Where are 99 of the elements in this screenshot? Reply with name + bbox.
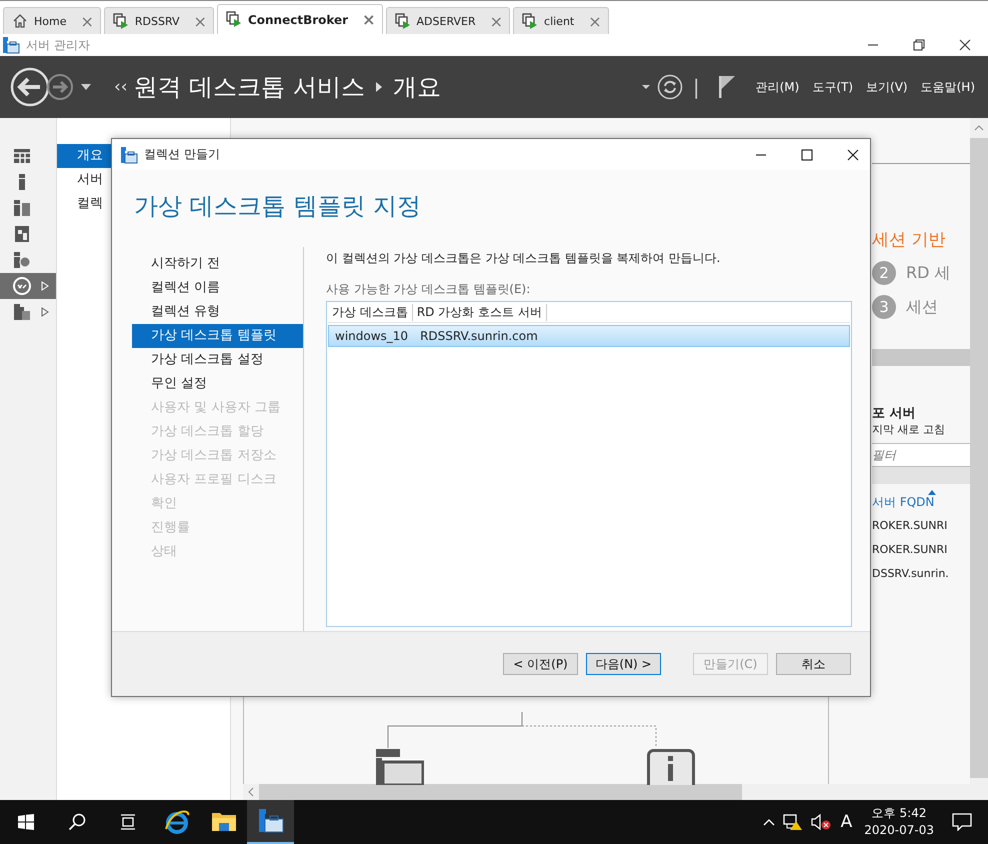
tab-label: Home <box>34 14 66 28</box>
step-number: 3 <box>872 295 896 319</box>
list-cell-text: RDSSRV.sunrin.com <box>419 329 539 343</box>
browser-icon <box>164 809 190 835</box>
scroll-thumb[interactable] <box>259 784 742 800</box>
menu-item[interactable]: 보기(V) <box>866 78 908 96</box>
chevron-icon <box>374 81 383 93</box>
close-button[interactable]: × <box>80 12 94 30</box>
list-cell-text: windows_10 <box>334 329 410 343</box>
dropdown-icon[interactable] <box>80 83 92 91</box>
grid-icon <box>13 147 31 165</box>
chevron-up-icon[interactable] <box>762 818 775 826</box>
wizard-step[interactable]: 가상 데스크톱 설정 <box>132 348 303 372</box>
wizard-step: 확인 <box>132 492 303 516</box>
close-button[interactable]: × <box>588 12 602 30</box>
step-label: 세션 <box>906 296 938 318</box>
volume-muted-icon[interactable] <box>810 813 831 831</box>
step-label: RD 세 <box>906 262 951 284</box>
maximize-icon[interactable] <box>800 148 814 162</box>
wizard-step[interactable]: 컬렉션 이름 <box>132 276 303 300</box>
dialog-title: 컬렉션 만들기 <box>144 146 220 163</box>
column-header[interactable]: 서버 FQDN <box>872 494 934 511</box>
wizard-step[interactable]: 무인 설정 <box>132 372 303 396</box>
notification-icon[interactable] <box>952 813 972 831</box>
dialog-button[interactable]: < 이전(P) <box>503 653 578 675</box>
clock-time[interactable]: 오후 5:42 <box>872 805 926 822</box>
table-cell-text: ROKER.SUNRI <box>872 543 948 558</box>
description: 이 컬렉션의 가상 데스크톱은 가상 데스크톱 템플릿을 복제하여 만듭니다. <box>326 250 722 267</box>
menu-item[interactable]: 도움말(H) <box>920 78 975 96</box>
search-icon[interactable] <box>68 813 86 831</box>
taskbar-app[interactable] <box>247 800 294 844</box>
close-button[interactable]: × <box>362 10 376 29</box>
browser-tab[interactable]: client × <box>513 7 609 34</box>
forward-icon[interactable] <box>46 73 74 101</box>
wizard-step: 가상 데스크톱 할당 <box>132 420 303 444</box>
wizard-step: 가상 데스크톱 저장소 <box>132 444 303 468</box>
wizard-step: 진행률 <box>132 516 303 540</box>
home-icon <box>12 12 28 30</box>
task-view-icon[interactable] <box>119 813 137 831</box>
wizard-step: 상태 <box>132 540 303 564</box>
tab-label: RDSSRV <box>134 14 180 28</box>
restore-icon[interactable] <box>912 38 926 52</box>
close-icon[interactable] <box>958 38 972 52</box>
scrollbar[interactable] <box>243 784 970 800</box>
browser-tab[interactable]: ADSERVER × <box>386 7 510 34</box>
sort-icon[interactable] <box>928 490 936 495</box>
wizard-step[interactable]: 시작하기 전 <box>132 252 303 276</box>
close-icon[interactable] <box>846 148 860 162</box>
dialog-button[interactable]: 취소 <box>776 653 851 675</box>
menu-item[interactable]: 관리(M) <box>756 78 800 96</box>
scroll-up-icon[interactable] <box>974 124 984 132</box>
input-indicator[interactable]: A <box>840 812 852 832</box>
browser-tab[interactable]: ConnectBroker × <box>216 4 383 34</box>
dialog-button[interactable]: 다음(N) > <box>586 653 661 675</box>
menu-item[interactable]: 도구(T) <box>812 78 854 96</box>
flag-icon[interactable] <box>718 75 736 99</box>
breadcrumb-icon: ‹‹ <box>114 77 128 97</box>
section-subtitle: 지막 새로 고침 <box>872 422 945 437</box>
column-header[interactable]: 가상 데스크톱 <box>328 304 413 321</box>
breadcrumb-item[interactable]: 원격 데스크톱 서비스 <box>134 71 365 103</box>
clock-date[interactable]: 2020-07-03 <box>864 822 934 839</box>
column-header[interactable]: RD 가상화 호스트 서버 <box>412 304 547 321</box>
browser-tab[interactable]: RDSSRV × <box>104 7 214 34</box>
app-icon <box>120 146 138 164</box>
separator: | <box>692 75 700 99</box>
wizard-step: 사용자 프로필 디스크 <box>132 468 303 492</box>
step-number: 2 <box>872 261 896 285</box>
server-manager-icon <box>258 808 284 834</box>
network-warning-icon[interactable] <box>782 813 803 831</box>
wizard-step[interactable]: 가상 데스크톱 템플릿 <box>132 324 303 348</box>
dialog-heading: 가상 데스크톱 템플릿 지정 <box>133 191 422 222</box>
breadcrumb-item[interactable]: 개요 <box>392 71 441 103</box>
browser-tab[interactable]: Home × <box>3 7 101 34</box>
close-button[interactable]: × <box>194 12 207 30</box>
wizard-step: 사용자 및 사용자 그룹 <box>132 396 303 420</box>
tab-label: ADSERVER <box>416 14 476 28</box>
dropdown-icon[interactable] <box>640 84 651 90</box>
scroll-left-icon[interactable] <box>247 787 255 797</box>
connection-icon <box>13 277 31 295</box>
template-list[interactable]: 가상 데스크톱 RD 가상화 호스트 서버 windows_10 RDSSRV.sunrin.com <box>326 301 852 627</box>
table-cell-text: DSSRV.sunrin. <box>872 567 949 582</box>
wizard-step[interactable]: 컬렉션 유형 <box>132 300 303 324</box>
tab-label: client <box>544 14 574 28</box>
close-button[interactable]: × <box>490 12 504 30</box>
section-heading: 세션 기반 <box>872 229 946 251</box>
section-title: 포 서버 <box>872 405 917 422</box>
filter-field[interactable]: 필터 <box>872 443 971 467</box>
nav-item[interactable] <box>0 273 56 299</box>
windows-icon[interactable] <box>17 813 35 831</box>
info-icon <box>647 749 695 785</box>
table-cell-text: ROKER.SUNRI <box>872 519 948 534</box>
tab-label: ConnectBroker <box>248 12 348 26</box>
back-icon[interactable] <box>10 67 50 107</box>
expand-icon[interactable] <box>41 307 49 317</box>
list-row[interactable]: windows_10 RDSSRV.sunrin.com <box>328 325 850 347</box>
refresh-icon[interactable] <box>656 74 683 100</box>
app-icon <box>2 36 20 54</box>
list-label: 사용 가능한 가상 데스크톱 템플릿(E): <box>326 281 532 298</box>
window-title: 서버 관리자 <box>26 36 90 54</box>
